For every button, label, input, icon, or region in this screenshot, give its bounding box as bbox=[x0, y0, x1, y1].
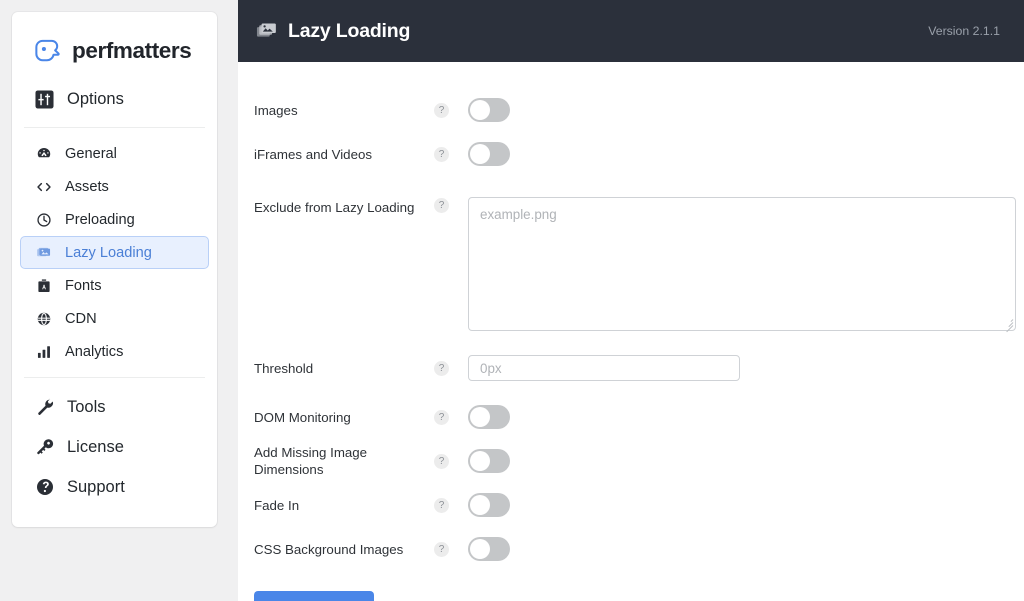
sidebar-card: perfmatters Options General Assets Prelo… bbox=[12, 12, 217, 527]
setting-row-css-background-images: CSS Background Images ? bbox=[254, 527, 1024, 571]
setting-label-exclude-from-lazy-loading: Exclude from Lazy Loading bbox=[254, 200, 415, 215]
sidebar-item-license[interactable]: License bbox=[20, 427, 209, 467]
toggle-add-missing-image-dimensions[interactable] bbox=[468, 449, 510, 473]
help-icon-iframes-and-videos[interactable]: ? bbox=[434, 146, 449, 162]
sidebar-item-license-label: License bbox=[67, 437, 124, 456]
sidebar-item-fonts-label: Fonts bbox=[65, 277, 102, 294]
sidebar-item-assets[interactable]: Assets bbox=[20, 170, 209, 203]
toggle-knob bbox=[470, 144, 490, 164]
sidebar-item-support-label: Support bbox=[67, 477, 125, 496]
sidebar-primary-group: Options bbox=[12, 70, 217, 118]
sidebar-item-fonts[interactable]: Fonts bbox=[20, 269, 209, 302]
settings-form: Images ? iFrames and Videos ? Exclude fr… bbox=[238, 62, 1024, 571]
sidebar-item-preloading-label: Preloading bbox=[65, 211, 135, 228]
toggle-knob bbox=[470, 539, 490, 559]
setting-label-images: Images bbox=[254, 102, 298, 118]
code-icon bbox=[35, 178, 52, 195]
sidebar-divider-2 bbox=[24, 377, 205, 378]
brand-name: perfmatters bbox=[72, 38, 192, 63]
toggle-knob bbox=[470, 407, 490, 427]
toggle-dom-monitoring[interactable] bbox=[468, 405, 510, 429]
main-panel: Lazy Loading Version 2.1.1 Images ? iFra… bbox=[238, 0, 1024, 601]
sidebar-tools-group: Tools License Support bbox=[12, 387, 217, 507]
sidebar-item-tools-label: Tools bbox=[67, 397, 106, 416]
threshold-input[interactable] bbox=[468, 355, 740, 381]
help-icon-css-background-images[interactable]: ? bbox=[434, 541, 449, 557]
sliders-icon bbox=[35, 89, 54, 109]
sidebar-item-analytics-label: Analytics bbox=[65, 343, 124, 360]
bar-chart-icon bbox=[35, 343, 52, 360]
setting-label-iframes-and-videos: iFrames and Videos bbox=[254, 146, 373, 162]
sidebar-item-tools[interactable]: Tools bbox=[20, 387, 209, 427]
exclude-textarea-wrap bbox=[468, 197, 1016, 333]
page-header: Lazy Loading Version 2.1.1 bbox=[238, 0, 1024, 62]
toggle-knob bbox=[470, 495, 490, 515]
toggle-knob bbox=[470, 100, 490, 120]
exclude-from-lazy-loading-textarea[interactable] bbox=[468, 197, 1016, 331]
sidebar-item-support[interactable]: Support bbox=[20, 467, 209, 507]
toggle-fade-in[interactable] bbox=[468, 493, 510, 517]
sidebar-item-cdn[interactable]: CDN bbox=[20, 302, 209, 335]
toggle-iframes-and-videos[interactable] bbox=[468, 142, 510, 166]
sidebar-item-assets-label: Assets bbox=[65, 178, 109, 195]
sidebar-item-general-label: General bbox=[65, 145, 117, 162]
sidebar-item-general[interactable]: General bbox=[20, 137, 209, 170]
help-icon-threshold[interactable]: ? bbox=[434, 360, 449, 376]
setting-row-exclude-from-lazy-loading: Exclude from Lazy Loading ? bbox=[254, 197, 1024, 333]
page-header-left: Lazy Loading bbox=[256, 20, 410, 43]
setting-label-fade-in: Fade In bbox=[254, 497, 300, 513]
wrench-icon bbox=[35, 398, 54, 417]
help-icon-exclude-from-lazy-loading[interactable]: ? bbox=[434, 198, 449, 213]
help-icon-add-missing-image-dimensions[interactable]: ? bbox=[434, 453, 449, 469]
help-icon-dom-monitoring[interactable]: ? bbox=[434, 409, 449, 425]
sidebar-item-preloading[interactable]: Preloading bbox=[20, 203, 209, 236]
sidebar-item-options[interactable]: Options bbox=[20, 80, 209, 118]
globe-icon bbox=[35, 310, 52, 327]
sidebar-item-analytics[interactable]: Analytics bbox=[20, 335, 209, 368]
brand-logo: perfmatters bbox=[12, 12, 217, 70]
setting-label-add-missing-image-dimensions: Add Missing Image Dimensions bbox=[254, 445, 368, 477]
sidebar-item-cdn-label: CDN bbox=[65, 310, 97, 327]
help-icon-images[interactable]: ? bbox=[434, 102, 449, 118]
sidebar-item-lazy-loading[interactable]: Lazy Loading bbox=[20, 236, 209, 269]
font-case-icon bbox=[35, 277, 52, 294]
images-icon bbox=[256, 21, 277, 42]
gauge-icon bbox=[35, 145, 52, 162]
toggle-css-background-images[interactable] bbox=[468, 537, 510, 561]
help-icon-fade-in[interactable]: ? bbox=[434, 497, 449, 513]
toggle-knob bbox=[470, 451, 490, 471]
sidebar-options-group: General Assets Preloading Lazy Loading F… bbox=[12, 137, 217, 368]
setting-row-iframes-and-videos: iFrames and Videos ? bbox=[254, 132, 1024, 176]
perfmatters-logo-icon bbox=[32, 36, 63, 67]
setting-row-fade-in: Fade In ? bbox=[254, 483, 1024, 527]
images-icon bbox=[35, 244, 52, 261]
version-label: Version 2.1.1 bbox=[928, 24, 1000, 38]
setting-label-threshold: Threshold bbox=[254, 360, 314, 376]
setting-row-threshold: Threshold ? bbox=[254, 355, 1024, 381]
sidebar-item-lazy-loading-label: Lazy Loading bbox=[65, 244, 152, 261]
question-mark-circle-icon bbox=[35, 478, 54, 497]
setting-label-css-background-images: CSS Background Images bbox=[254, 541, 404, 557]
save-changes-button[interactable]: Save Changes bbox=[254, 591, 375, 601]
key-icon bbox=[35, 438, 54, 457]
clock-icon bbox=[35, 211, 52, 228]
setting-row-images: Images ? bbox=[254, 88, 1024, 132]
sidebar-divider-1 bbox=[24, 127, 205, 128]
page-title: Lazy Loading bbox=[288, 19, 411, 42]
toggle-images[interactable] bbox=[468, 98, 510, 122]
setting-row-dom-monitoring: DOM Monitoring ? bbox=[254, 395, 1024, 439]
setting-label-dom-monitoring: DOM Monitoring bbox=[254, 409, 351, 425]
plugin-settings-screen: perfmatters Options General Assets Prelo… bbox=[0, 0, 1024, 601]
sidebar: perfmatters Options General Assets Prelo… bbox=[0, 0, 238, 601]
sidebar-item-options-label: Options bbox=[67, 89, 124, 108]
setting-row-add-missing-image-dimensions: Add Missing Image Dimensions ? bbox=[254, 439, 1024, 483]
